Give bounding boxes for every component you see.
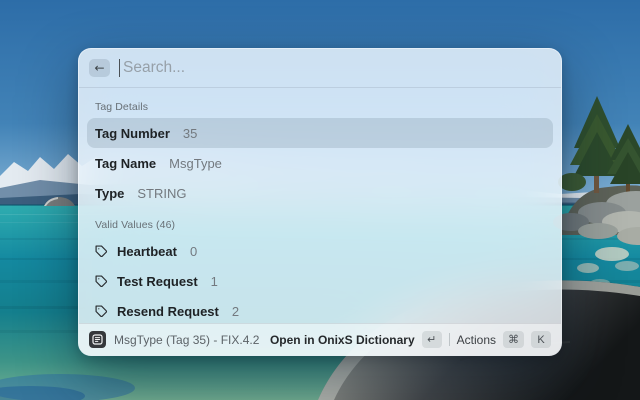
desktop: ← Search... Tag Details Tag Number 35 Ta… (0, 0, 640, 400)
row-tag-name[interactable]: Tag Name MsgType (87, 148, 553, 178)
row-label: Tag Name (95, 155, 157, 171)
row-tag-number[interactable]: Tag Number 35 (87, 118, 553, 148)
command-key[interactable]: ⌘ (503, 331, 524, 348)
footer-bar: MsgType (Tag 35) - FIX.4.2 Open in OnixS… (79, 323, 561, 355)
row-value: 1 (210, 273, 218, 289)
search-bar: ← Search... (79, 49, 561, 88)
row-heartbeat[interactable]: Heartbeat 0 (87, 236, 553, 266)
row-value: 0 (189, 243, 198, 259)
row-value: STRING (137, 185, 187, 201)
results-list: Tag Details Tag Number 35 Tag Name MsgTy… (79, 88, 561, 323)
row-label: Tag Number (95, 125, 170, 141)
open-in-dictionary-button[interactable]: Open in OnixS Dictionary (270, 333, 415, 347)
footer-divider (448, 333, 450, 346)
tag-icon (95, 304, 108, 318)
row-value: MsgType (169, 155, 222, 171)
row-label: Heartbeat (117, 243, 177, 259)
actions-button[interactable]: Actions (457, 333, 496, 347)
row-label: Resend Request (117, 303, 219, 319)
k-key[interactable]: K (531, 331, 551, 348)
back-button[interactable]: ← (89, 59, 110, 77)
row-value: 35 (182, 125, 198, 141)
search-input[interactable]: Search... (119, 59, 551, 77)
section-header-valid-values: Valid Values (46) (95, 219, 176, 231)
row-test-request[interactable]: Test Request 1 (87, 266, 553, 296)
section-header-tag-details: Tag Details (95, 101, 149, 113)
footer-actions: Open in OnixS Dictionary ↵ Actions ⌘ K (270, 331, 551, 348)
text-caret (119, 59, 120, 77)
search-placeholder: Search... (123, 59, 186, 76)
back-arrow-icon: ← (94, 61, 105, 75)
row-label: Test Request (117, 273, 198, 289)
row-value: 2 (231, 303, 240, 319)
onixs-extension-icon (89, 331, 106, 348)
row-resend-request[interactable]: Resend Request 2 (87, 296, 553, 323)
row-type[interactable]: Type STRING (87, 178, 553, 208)
footer-context: MsgType (Tag 35) - FIX.4.2 (114, 332, 260, 347)
tag-icon (95, 244, 108, 258)
row-label: Type (95, 185, 125, 201)
return-key[interactable]: ↵ (421, 331, 442, 348)
tag-icon (95, 274, 108, 288)
launcher-window: ← Search... Tag Details Tag Number 35 Ta… (78, 48, 562, 356)
